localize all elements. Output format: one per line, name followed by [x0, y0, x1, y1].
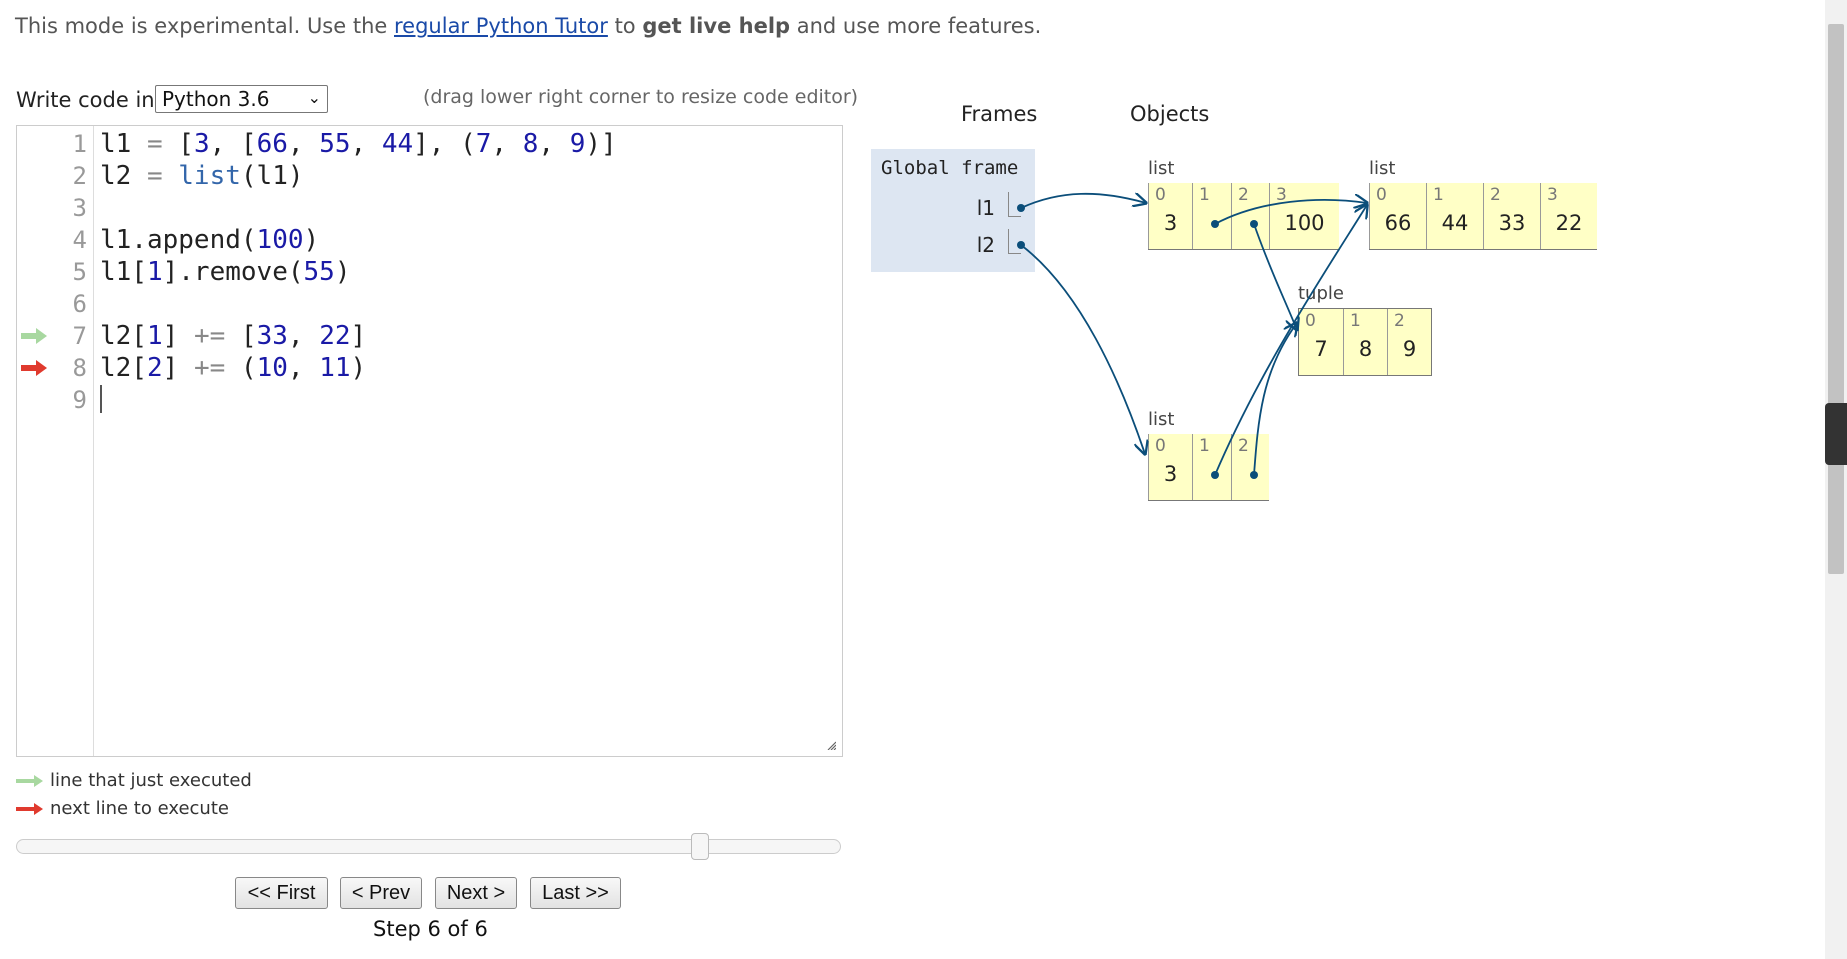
pointer-slot-l2 [1008, 229, 1021, 254]
tuple-cell: 29 [1387, 309, 1431, 375]
code-line[interactable]: l1 = [3, [66, 55, 44], (7, 8, 9)] [100, 128, 617, 160]
line-number: 2 [72, 162, 87, 190]
list-inner-object: 0 66 1 44 2 33 3 22 [1369, 183, 1597, 250]
variable-l2: l2 [976, 233, 995, 257]
side-panel-tab[interactable] [1825, 403, 1847, 465]
code-line[interactable]: l1.append(100) [100, 224, 319, 256]
legend-next: next line to execute [16, 798, 229, 819]
list-l1-cell: 3 100 [1269, 183, 1339, 249]
regular-python-tutor-link[interactable]: regular Python Tutor [394, 14, 608, 38]
write-code-label: Write code in [16, 88, 155, 112]
line-number-gutter: 123456789 [17, 126, 94, 756]
executed-line-arrow-icon [21, 328, 47, 344]
line-number: 6 [72, 290, 87, 318]
line-number: 1 [72, 130, 87, 158]
list-l2-type-label: list [1148, 409, 1175, 430]
banner-prefix: This mode is experimental. Use the [15, 14, 388, 38]
code-editor[interactable]: 123456789 l1 = [3, [66, 55, 44], (7, 8, … [16, 125, 843, 757]
list-inner-cell: 0 66 [1369, 183, 1426, 249]
list-l1-cell: 2 [1231, 183, 1269, 249]
objects-header: Objects [1130, 102, 1210, 126]
list-l1-cell: 1 [1192, 183, 1231, 249]
banner-suffix: and use more features. [796, 14, 1042, 38]
line-number: 3 [72, 194, 87, 222]
chevron-down-icon: ⌄ [307, 88, 321, 107]
resize-grip-icon[interactable] [826, 740, 836, 750]
tuple-object: 07 18 29 [1298, 308, 1432, 376]
code-line[interactable]: l2 = list(l1) [100, 160, 304, 192]
list-l1-cell: 03 [1148, 183, 1192, 249]
next-button[interactable]: Next > [435, 877, 517, 909]
list-l2-cell: 03 [1148, 434, 1192, 500]
green-arrow-icon [16, 775, 43, 787]
code-line[interactable]: l2[2] += (10, 11) [100, 352, 366, 384]
global-frame-title: Global frame [881, 157, 1019, 179]
language-value: Python 3.6 [162, 87, 270, 111]
banner-bold: get live help [642, 14, 791, 38]
tuple-type-label: tuple [1298, 283, 1344, 304]
tuple-cell: 07 [1305, 311, 1328, 361]
legend-next-text: next line to execute [50, 798, 229, 819]
first-button[interactable]: << First [235, 877, 328, 909]
language-select[interactable]: Python 3.6 ⌄ [155, 85, 328, 113]
list-l1-object: 03 1 2 3 100 [1148, 183, 1339, 250]
legend-executed-text: line that just executed [50, 770, 252, 791]
legend-executed: line that just executed [16, 770, 252, 791]
list-l1-type-label: list [1148, 158, 1175, 179]
variable-l1: l1 [976, 196, 995, 220]
tuple-cell: 18 [1343, 309, 1387, 375]
step-label: Step 6 of 6 [373, 917, 488, 941]
prev-button[interactable]: < Prev [340, 877, 422, 909]
frames-header: Frames [961, 102, 1038, 126]
banner-middle: to [614, 14, 636, 38]
code-line[interactable]: l2[1] += [33, 22] [100, 320, 366, 352]
list-l2-cell: 2 [1231, 434, 1269, 500]
list-inner-cell: 2 33 [1483, 183, 1540, 249]
global-frame: Global frame l1 l2 [871, 149, 1035, 272]
code-line[interactable]: l1[1].remove(55) [100, 256, 350, 288]
list-inner-type-label: list [1369, 158, 1396, 179]
list-l2-object: 03 1 2 [1148, 434, 1269, 501]
text-cursor [100, 385, 102, 413]
last-button[interactable]: Last >> [530, 877, 621, 909]
list-inner-cell: 3 22 [1540, 183, 1597, 249]
list-inner-cell: 1 44 [1426, 183, 1483, 249]
line-number: 9 [72, 386, 87, 414]
arrow-l1-to-list [1017, 194, 1146, 212]
line-number: 4 [72, 226, 87, 254]
experimental-banner: This mode is experimental. Use the regul… [15, 14, 1041, 38]
scrollbar-thumb[interactable] [1828, 24, 1844, 574]
resize-hint: (drag lower right corner to resize code … [423, 86, 859, 108]
next-line-arrow-icon [21, 360, 47, 376]
line-number: 5 [72, 258, 87, 286]
pointer-slot-l1 [1008, 192, 1021, 217]
arrow-l2-to-list [1017, 241, 1145, 454]
red-arrow-icon [16, 803, 43, 815]
step-slider[interactable] [16, 839, 841, 854]
slider-handle[interactable] [691, 833, 709, 860]
list-l2-cell: 1 [1192, 434, 1231, 500]
